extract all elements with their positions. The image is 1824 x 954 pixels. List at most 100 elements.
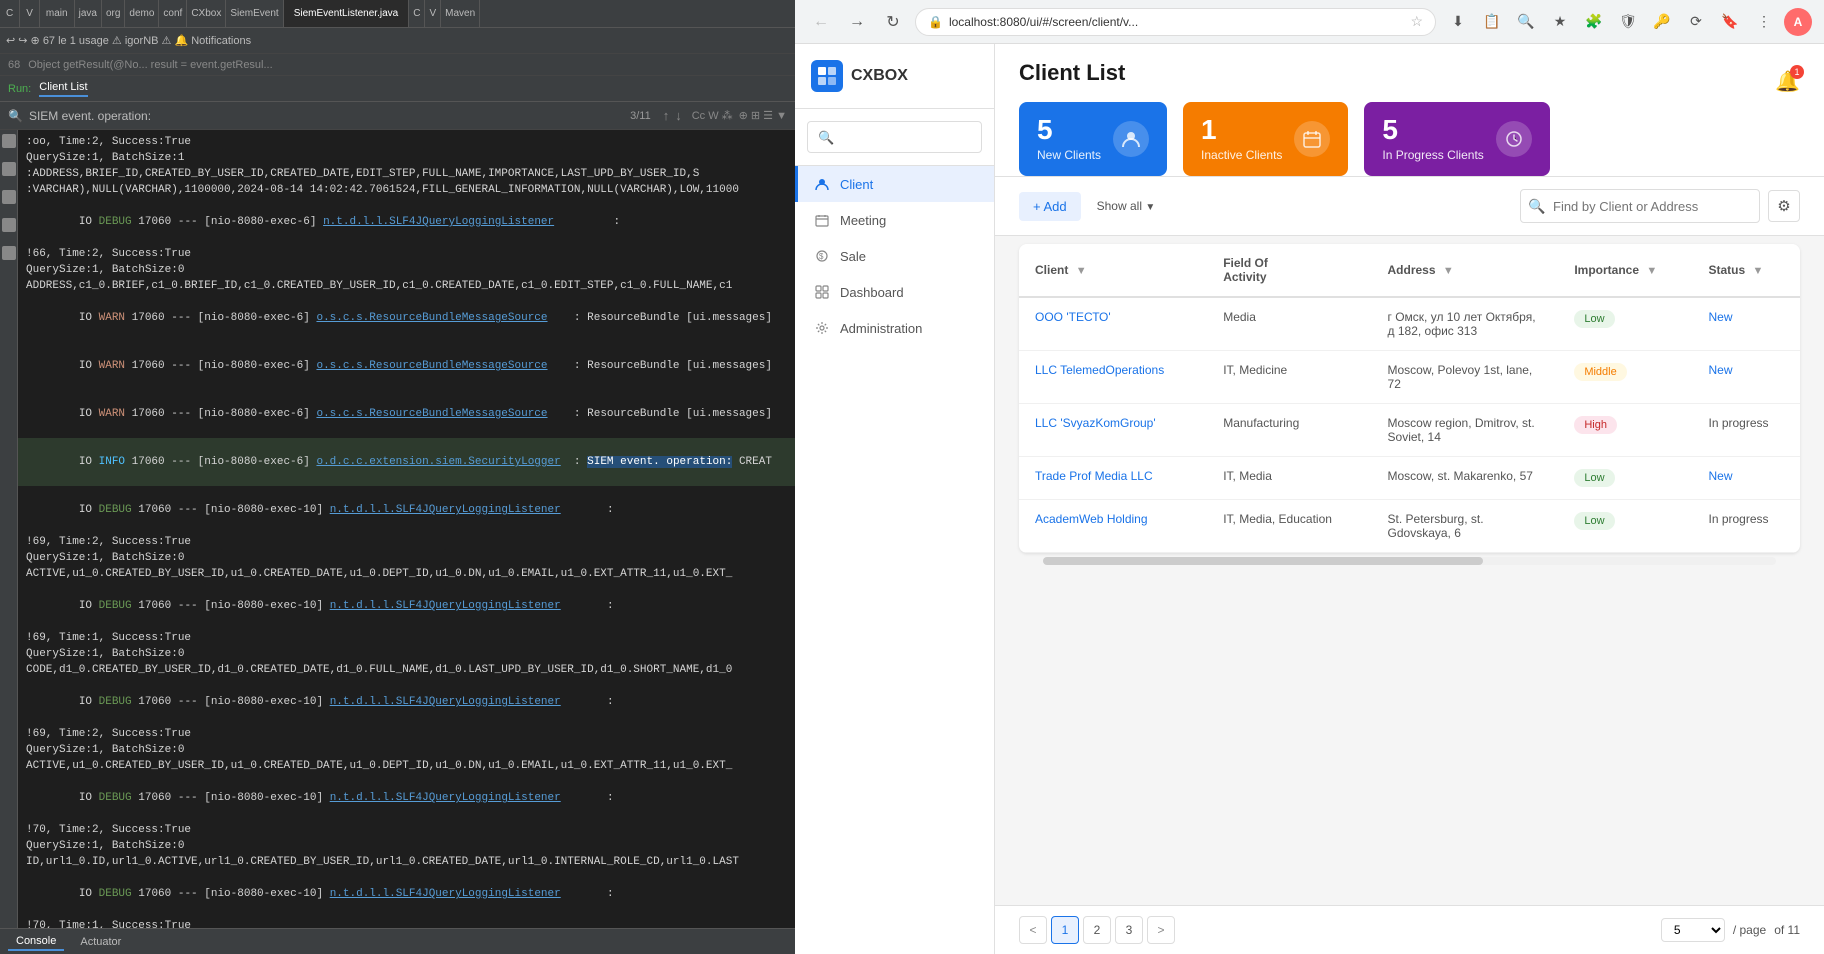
ide-tab-conf[interactable]: conf (159, 0, 187, 27)
search-input[interactable] (1520, 189, 1760, 223)
stat-card-inactive-clients[interactable]: 1 Inactive Clients (1183, 102, 1348, 176)
sidebar-item-client[interactable]: Client (795, 166, 994, 202)
browser-url-bar[interactable]: 🔒 localhost:8080/ui/#/screen/client/v...… (915, 8, 1436, 36)
page-btn-1[interactable]: 1 (1051, 916, 1079, 944)
browser-fav-btn[interactable]: 🔖 (1716, 8, 1744, 36)
add-button[interactable]: + Add (1019, 192, 1081, 221)
td-client-1[interactable]: LLC TelemedOperations (1019, 351, 1207, 404)
td-client-3[interactable]: Trade Prof Media LLC (1019, 457, 1207, 500)
show-all-text: Show all (1097, 199, 1142, 213)
client-icon (814, 176, 830, 192)
ide-log-content[interactable]: :oo, Time:2, Success:True QuerySize:1, B… (18, 130, 795, 928)
ide-tab-c2[interactable]: C (409, 0, 425, 27)
browser-menu-btn[interactable]: ⋮ (1750, 8, 1778, 36)
ide-tab-siemeventlistener[interactable]: SiemEventListener.java (284, 0, 410, 27)
th-status[interactable]: Status ▼ (1693, 244, 1801, 297)
ide-tab-main[interactable]: main (40, 0, 75, 27)
inactive-clients-icon (1294, 121, 1330, 157)
log-line-12: IO INFO 17060 --- [nio-8080-exec-6] o.d.… (18, 438, 795, 486)
browser-extensions-btn[interactable]: 🧩 (1580, 8, 1608, 36)
browser-avatar[interactable]: A (1784, 8, 1812, 36)
browser-sync-btn[interactable]: ⟳ (1682, 8, 1710, 36)
ide-tab-org[interactable]: org (102, 0, 125, 27)
page-btn-3[interactable]: 3 (1115, 916, 1143, 944)
search-extra-btns: Cc W ⁂ (692, 109, 733, 122)
browser-profile-btn[interactable]: 🔑 (1648, 8, 1676, 36)
ide-tab-siem[interactable]: SiemEvent (226, 0, 283, 27)
search-box: 🔍 ⚙ (1520, 189, 1800, 223)
browser-download-btn[interactable]: ⬇ (1444, 8, 1472, 36)
stat-card-new-clients[interactable]: 5 New Clients (1019, 102, 1167, 176)
client-link-4[interactable]: AcademWeb Holding (1035, 512, 1148, 526)
pagination-left: < 1 2 3 > (1019, 916, 1175, 944)
table-scrollbar-h[interactable] (1043, 557, 1776, 565)
client-filter-icon[interactable]: ▼ (1076, 265, 1087, 277)
tab-console[interactable]: Console (8, 933, 64, 951)
th-client[interactable]: Client ▼ (1019, 244, 1207, 297)
log-line-8: ADDRESS,c1_0.BRIEF,c1_0.BRIEF_ID,c1_0.CR… (18, 278, 795, 294)
table-settings-btn[interactable]: ⚙ (1768, 190, 1800, 222)
ide-tab-v[interactable]: V (20, 0, 40, 27)
sidebar-item-sale[interactable]: $ Sale (795, 238, 994, 274)
pagination-bar: < 1 2 3 > 5 10 20 / page of 11 (995, 905, 1824, 954)
sidebar-item-meeting[interactable]: Meeting (795, 202, 994, 238)
status-text-1: New (1709, 363, 1733, 377)
ide-tab-demo[interactable]: demo (125, 0, 159, 27)
td-client-2[interactable]: LLC 'SvyazKomGroup' (1019, 404, 1207, 457)
per-page-select[interactable]: 5 10 20 (1661, 918, 1725, 942)
sidebar-label-meeting: Meeting (840, 213, 886, 228)
importance-badge-1: Middle (1574, 363, 1626, 381)
td-status-3: New (1693, 457, 1801, 500)
td-field-0: Media (1207, 297, 1371, 351)
log-line-17: IO DEBUG 17060 --- [nio-8080-exec-10] n.… (18, 582, 795, 630)
run-app-tab[interactable]: Client List (39, 81, 87, 97)
ide-tab-file[interactable]: C (0, 0, 20, 27)
browser-copy-btn[interactable]: 📋 (1478, 8, 1506, 36)
browser-shield-btn[interactable]: 🛡 (1614, 8, 1642, 36)
page-prev-btn[interactable]: < (1019, 916, 1047, 944)
sidebar-search-input[interactable] (807, 121, 982, 153)
table-row[interactable]: LLC TelemedOperations IT, Medicine Mosco… (1019, 351, 1800, 404)
browser-refresh-btn[interactable]: ↻ (879, 8, 907, 36)
browser-zoom-btn[interactable]: 🔍 (1512, 8, 1540, 36)
show-all-label[interactable]: Show all ▼ (1097, 199, 1156, 213)
th-address[interactable]: Address ▼ (1372, 244, 1559, 297)
browser-url-text: localhost:8080/ui/#/screen/client/v... (949, 15, 1404, 29)
browser-star-btn[interactable]: ★ (1546, 8, 1574, 36)
address-filter-icon[interactable]: ▼ (1443, 265, 1454, 277)
page-title: Client List (1019, 60, 1125, 86)
status-filter-icon[interactable]: ▼ (1753, 265, 1764, 277)
th-importance[interactable]: Importance ▼ (1558, 244, 1692, 297)
table-row[interactable]: Trade Prof Media LLC IT, Media Moscow, s… (1019, 457, 1800, 500)
client-link-1[interactable]: LLC TelemedOperations (1035, 363, 1164, 377)
ide-tab-maven[interactable]: Maven (441, 0, 480, 27)
ide-tab-v2[interactable]: V (425, 0, 441, 27)
client-link-0[interactable]: ООО 'ТЕСТО' (1035, 310, 1111, 324)
td-address-2: Moscow region, Dmitrov, st. Soviet, 14 (1372, 404, 1559, 457)
importance-filter-icon[interactable]: ▼ (1646, 265, 1657, 277)
sidebar-item-administration[interactable]: Administration (795, 310, 994, 346)
browser-back-btn[interactable]: ← (807, 8, 835, 36)
client-link-3[interactable]: Trade Prof Media LLC (1035, 469, 1153, 483)
log-line-26: !70, Time:2, Success:True (18, 822, 795, 838)
table-row[interactable]: AcademWeb Holding IT, Media, Education S… (1019, 500, 1800, 553)
browser-forward-btn[interactable]: → (843, 8, 871, 36)
table-row[interactable]: ООО 'ТЕСТО' Media г Омск, ул 10 лет Октя… (1019, 297, 1800, 351)
client-link-2[interactable]: LLC 'SvyazKomGroup' (1035, 416, 1156, 430)
td-field-2: Manufacturing (1207, 404, 1371, 457)
td-client-0[interactable]: ООО 'ТЕСТО' (1019, 297, 1207, 351)
sidebar-label-sale: Sale (840, 249, 866, 264)
tab-actuator[interactable]: Actuator (72, 934, 129, 950)
search-up-btn[interactable]: ↑ (663, 108, 670, 123)
sidebar-item-dashboard[interactable]: Dashboard (795, 274, 994, 310)
ide-tab-java[interactable]: java (75, 0, 102, 27)
ide-tab-cxbox[interactable]: CXbox (187, 0, 226, 27)
td-client-4[interactable]: AcademWeb Holding (1019, 500, 1207, 553)
page-btn-2[interactable]: 2 (1083, 916, 1111, 944)
stat-card-inprogress-clients[interactable]: 5 In Progress Clients (1364, 102, 1549, 176)
table-container[interactable]: Client ▼ Field OfActivity Address ▼ (995, 236, 1824, 905)
table-row[interactable]: LLC 'SvyazKomGroup' Manufacturing Moscow… (1019, 404, 1800, 457)
page-next-btn[interactable]: > (1147, 916, 1175, 944)
td-address-4: St. Petersburg, st. Gdovskaya, 6 (1372, 500, 1559, 553)
search-down-btn[interactable]: ↓ (675, 108, 682, 123)
